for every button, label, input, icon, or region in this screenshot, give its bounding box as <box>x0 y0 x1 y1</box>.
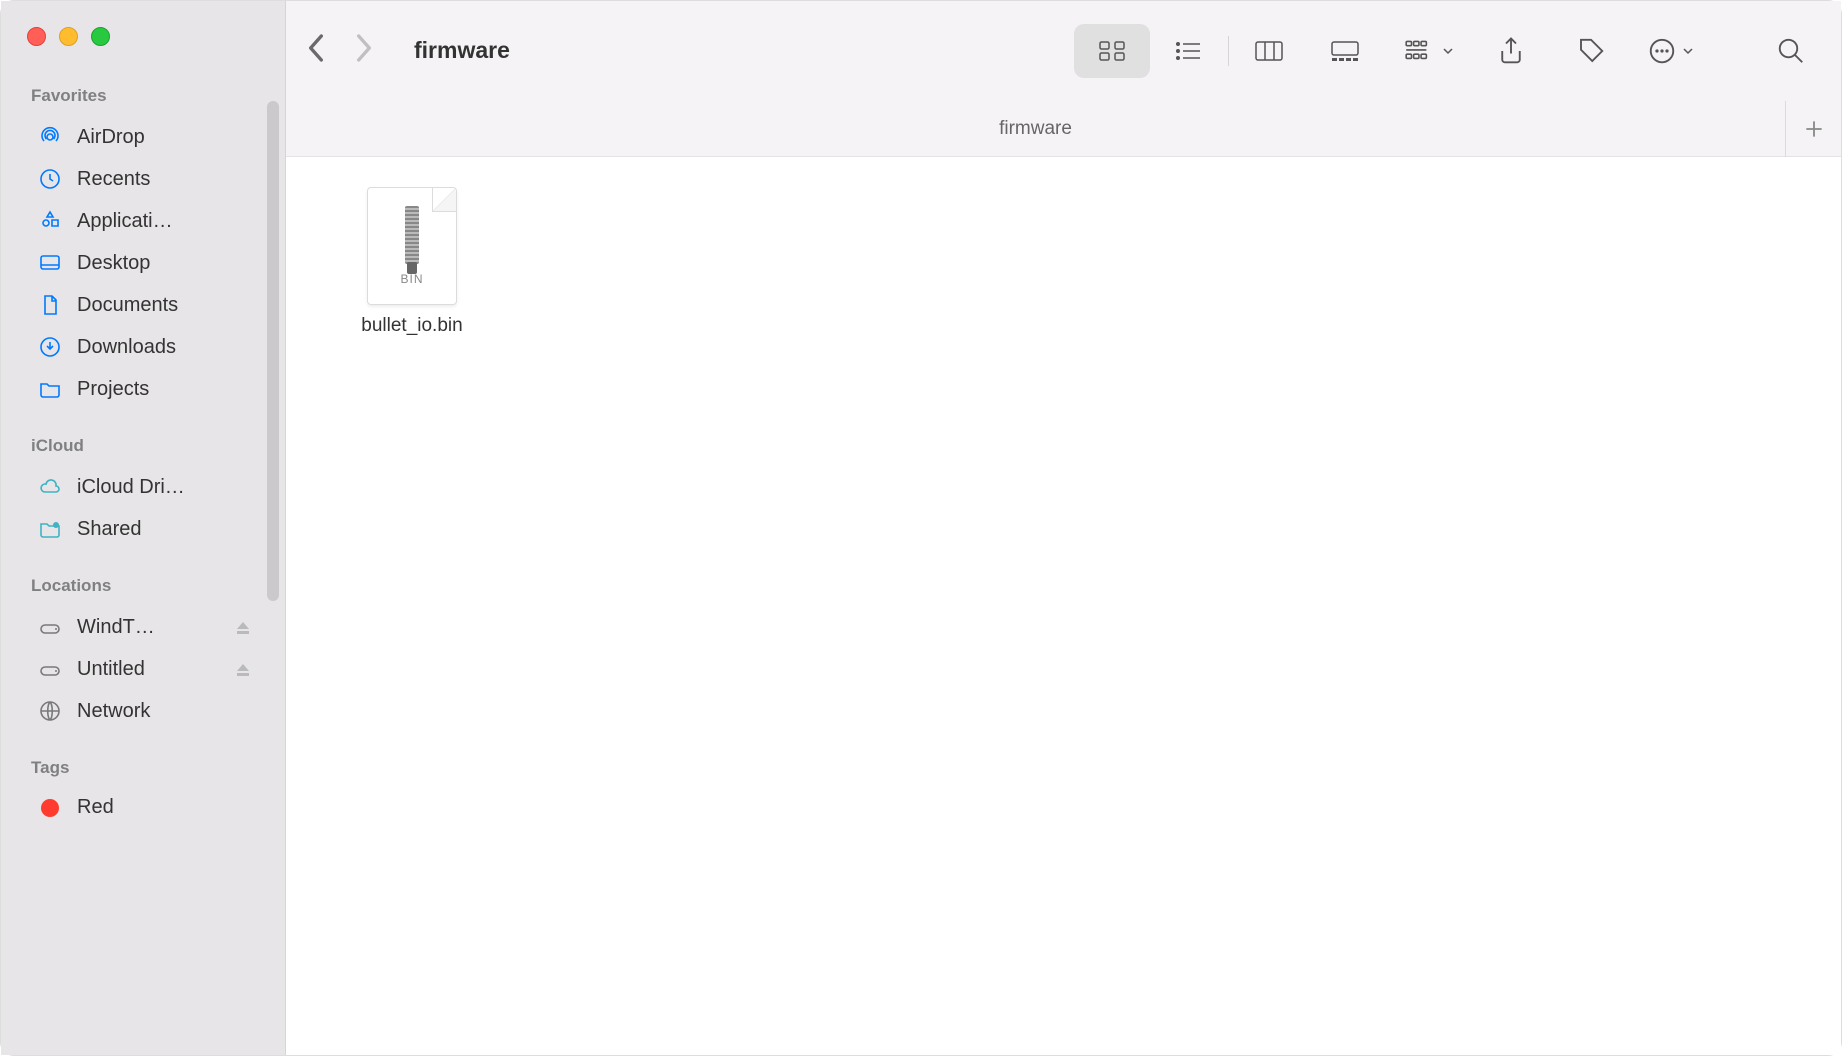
finder-window: Favorites AirDrop Recents Applicati… <box>1 1 1841 1055</box>
sidebar-item-documents[interactable]: Documents <box>31 284 273 326</box>
sidebar-scrollbar[interactable] <box>267 101 279 601</box>
sidebar-item-label: Documents <box>77 294 217 317</box>
sidebar-item-network[interactable]: Network <box>31 690 273 732</box>
sidebar-item-label: WindT… <box>77 616 217 639</box>
divider <box>1228 36 1229 66</box>
tab-bar: firmware <box>286 101 1841 157</box>
sidebar-section-tags: Tags Red <box>1 758 285 827</box>
section-header: iCloud <box>31 436 273 456</box>
window-controls <box>1 27 285 46</box>
search-button[interactable] <box>1767 27 1815 75</box>
fullscreen-window-button[interactable] <box>91 27 110 46</box>
section-header: Tags <box>31 758 273 778</box>
sidebar-item-label: Untitled <box>77 658 217 681</box>
window-title: firmware <box>414 37 510 64</box>
close-window-button[interactable] <box>27 27 46 46</box>
sidebar-item-label: Downloads <box>77 336 217 359</box>
doc-icon <box>37 292 63 318</box>
chevron-down-icon <box>1441 44 1455 58</box>
file-item[interactable]: BIN bullet_io.bin <box>322 187 502 337</box>
tab-firmware[interactable]: firmware <box>286 118 1785 140</box>
drive-icon <box>37 614 63 640</box>
back-button[interactable] <box>306 32 326 69</box>
sidebar-item-shared[interactable]: Shared <box>31 508 273 550</box>
sidebar-item-label: Recents <box>77 168 217 191</box>
sidebar-item-label: iCloud Dri… <box>77 476 217 499</box>
sidebar-section-locations: Locations WindT… Untitled <box>1 576 285 732</box>
sidebar-item-label: Shared <box>77 518 217 541</box>
toolbar-right <box>1403 27 1815 75</box>
cloud-icon <box>37 474 63 500</box>
sidebar-item-label: Desktop <box>77 252 217 275</box>
sidebar-item-airdrop[interactable]: AirDrop <box>31 116 273 158</box>
icon-view-button[interactable] <box>1074 24 1150 78</box>
file-bin-icon: BIN <box>367 187 457 305</box>
file-name: bullet_io.bin <box>361 315 462 337</box>
sidebar-item-tag-red[interactable]: Red <box>31 788 273 827</box>
airdrop-icon <box>37 124 63 150</box>
tag-red-icon <box>41 799 59 817</box>
forward-button[interactable] <box>354 32 374 69</box>
section-header: Favorites <box>31 86 273 106</box>
download-icon <box>37 334 63 360</box>
add-tab-button[interactable] <box>1785 101 1841 157</box>
sidebar-item-desktop[interactable]: Desktop <box>31 242 273 284</box>
column-view-button[interactable] <box>1231 24 1307 78</box>
nav-arrows <box>306 32 374 69</box>
list-view-button[interactable] <box>1150 24 1226 78</box>
sidebar-item-label: Network <box>77 700 217 723</box>
sidebar-item-icloud-drive[interactable]: iCloud Dri… <box>31 466 273 508</box>
chevron-down-icon <box>1681 44 1695 58</box>
main-area: firmware <box>286 1 1841 1055</box>
tags-button[interactable] <box>1567 27 1615 75</box>
sidebar-section-favorites: Favorites AirDrop Recents Applicati… <box>1 86 285 410</box>
minimize-window-button[interactable] <box>59 27 78 46</box>
sidebar-item-projects[interactable]: Projects <box>31 368 273 410</box>
drive-icon <box>37 656 63 682</box>
sidebar-item-label: AirDrop <box>77 126 217 149</box>
sidebar-item-label: Projects <box>77 378 217 401</box>
eject-icon[interactable] <box>235 619 251 635</box>
sidebar-item-recents[interactable]: Recents <box>31 158 273 200</box>
sidebar-item-drive-windt[interactable]: WindT… <box>31 606 273 648</box>
folder-icon <box>37 376 63 402</box>
sidebar-item-label: Applicati… <box>77 210 217 233</box>
sidebar-section-icloud: iCloud iCloud Dri… Shared <box>1 436 285 550</box>
shared-folder-icon <box>37 516 63 542</box>
sidebar-item-downloads[interactable]: Downloads <box>31 326 273 368</box>
sidebar-item-applications[interactable]: Applicati… <box>31 200 273 242</box>
clock-icon <box>37 166 63 192</box>
sidebar-item-drive-untitled[interactable]: Untitled <box>31 648 273 690</box>
gallery-view-button[interactable] <box>1307 24 1383 78</box>
desktop-icon <box>37 250 63 276</box>
action-menu-button[interactable] <box>1647 36 1695 66</box>
group-by-button[interactable] <box>1403 38 1455 64</box>
view-switcher <box>1074 24 1383 78</box>
sidebar: Favorites AirDrop Recents Applicati… <box>1 1 286 1055</box>
share-button[interactable] <box>1487 27 1535 75</box>
toolbar: firmware <box>286 1 1841 101</box>
section-header: Locations <box>31 576 273 596</box>
file-type-label: BIN <box>400 272 423 286</box>
globe-icon <box>37 698 63 724</box>
eject-icon[interactable] <box>235 661 251 677</box>
apps-icon <box>37 208 63 234</box>
sidebar-item-label: Red <box>77 796 217 819</box>
content-area[interactable]: BIN bullet_io.bin <box>286 157 1841 1055</box>
